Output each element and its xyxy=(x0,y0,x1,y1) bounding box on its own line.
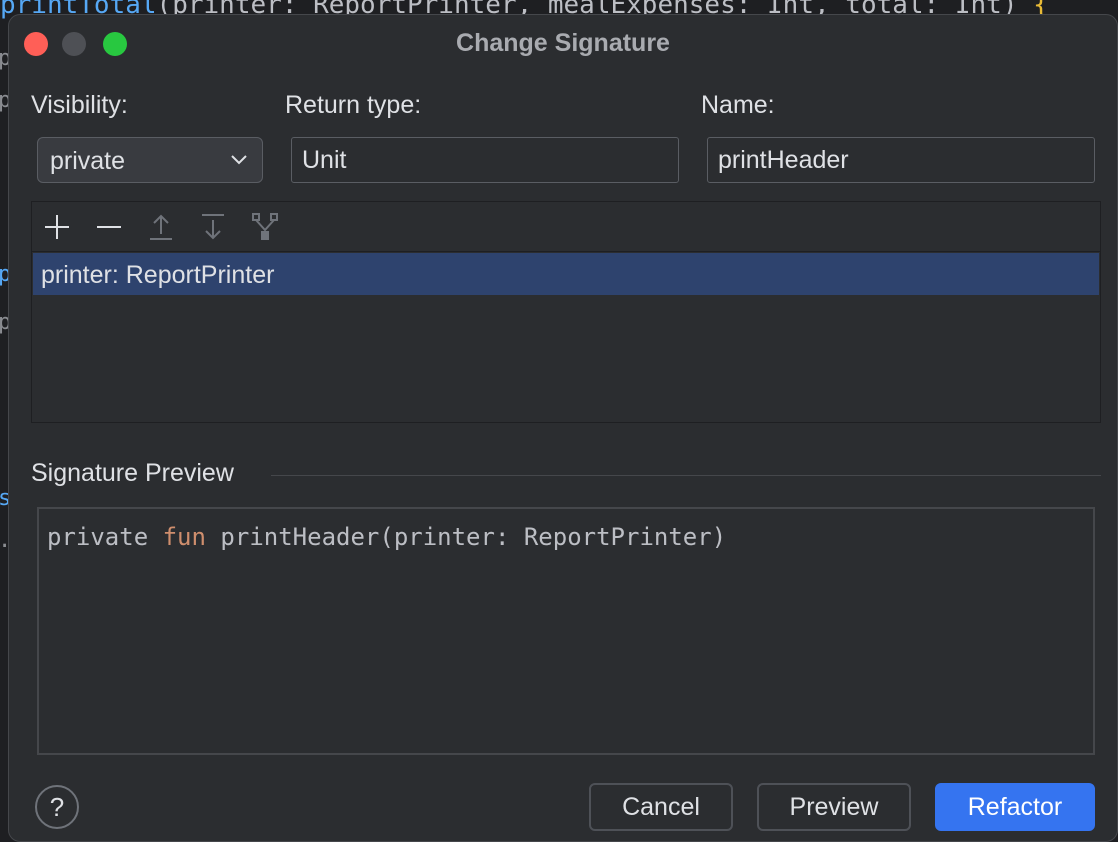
remove-icon[interactable] xyxy=(94,212,124,242)
signature-preview-title: Signature Preview xyxy=(31,459,234,487)
dialog-title: Change Signature xyxy=(456,29,670,57)
signature-preview-box: private fun printHeader(printer: ReportP… xyxy=(37,507,1095,755)
return-type-value: Unit xyxy=(302,146,347,174)
help-button[interactable]: ? xyxy=(35,785,79,829)
parameters-toolbar xyxy=(32,202,1100,252)
visibility-select[interactable]: private xyxy=(37,137,263,183)
section-divider xyxy=(271,475,1101,476)
parameters-panel: printer: ReportPrinter xyxy=(31,201,1101,423)
move-down-icon[interactable] xyxy=(198,212,228,242)
add-icon[interactable] xyxy=(42,212,72,242)
name-value: printHeader xyxy=(718,146,849,174)
move-up-icon[interactable] xyxy=(146,212,176,242)
chevron-down-icon xyxy=(231,155,247,165)
preview-modifier: private xyxy=(47,523,149,551)
dialog-titlebar: Change Signature xyxy=(9,15,1117,69)
preview-button[interactable]: Preview xyxy=(757,783,911,831)
parameter-text: printer: ReportPrinter xyxy=(41,261,275,289)
propagate-icon[interactable] xyxy=(250,212,280,242)
return-type-input[interactable]: Unit xyxy=(291,137,679,183)
change-signature-dialog: Change Signature Visibility: Return type… xyxy=(8,14,1118,842)
visibility-value: private xyxy=(50,147,126,175)
preview-keyword: fun xyxy=(162,523,206,551)
parameter-row-selected[interactable]: printer: ReportPrinter xyxy=(33,253,1099,295)
name-label: Name: xyxy=(701,91,775,119)
return-type-label: Return type: xyxy=(285,91,422,119)
signature-preview-code: private fun printHeader(printer: ReportP… xyxy=(47,523,726,551)
preview-rest: printHeader(printer: ReportPrinter) xyxy=(220,523,727,551)
cancel-button[interactable]: Cancel xyxy=(589,783,733,831)
name-input[interactable]: printHeader xyxy=(707,137,1095,183)
refactor-button[interactable]: Refactor xyxy=(935,783,1095,831)
visibility-label: Visibility: xyxy=(31,91,128,119)
